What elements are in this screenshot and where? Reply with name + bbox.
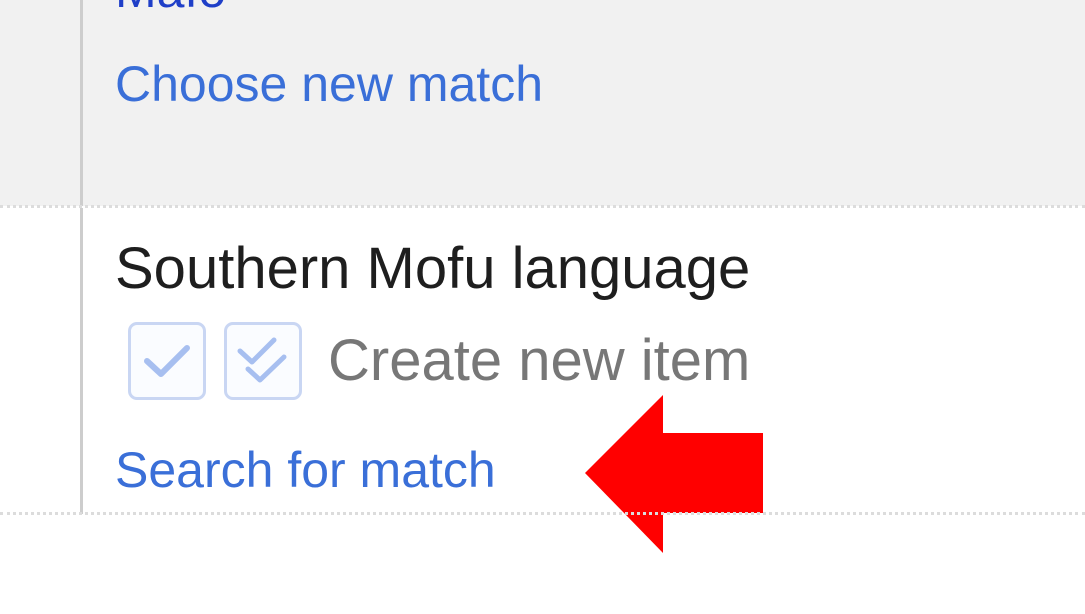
choose-new-match-link[interactable]: Choose new match <box>115 56 543 112</box>
check-icon-glyph <box>144 345 190 377</box>
row-left-border <box>80 208 83 514</box>
check-icon[interactable] <box>128 322 206 400</box>
row-left-border <box>80 0 83 206</box>
action-row: Create new item <box>128 320 750 402</box>
previous-item-title[interactable]: Mafo <box>115 0 226 18</box>
double-check-icon-glyph <box>237 337 287 383</box>
row-divider <box>0 512 1085 515</box>
left-arrow-icon <box>585 395 763 553</box>
row-divider <box>0 205 1085 208</box>
item-title: Southern Mofu language <box>115 236 751 301</box>
create-new-item-label[interactable]: Create new item <box>328 329 750 393</box>
page: Mafo Choose new match Southern Mofu lang… <box>0 0 1085 614</box>
search-for-match-link[interactable]: Search for match <box>115 442 496 498</box>
double-check-icon[interactable] <box>224 322 302 400</box>
